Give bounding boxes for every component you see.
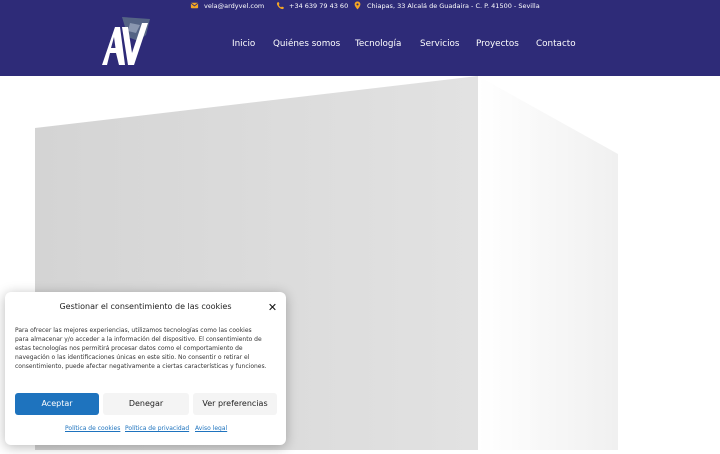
- nav-contacto[interactable]: Contacto: [536, 37, 576, 51]
- topbar-email[interactable]: vela@ardyvel.com: [204, 1, 264, 11]
- topbar-address: Chiapas, 33 Alcalá de Guadaira - C. P. 4…: [367, 2, 540, 10]
- nav-inicio[interactable]: Inicio: [232, 37, 255, 51]
- cookie-policy-link[interactable]: Política de cookies: [65, 424, 120, 433]
- accept-button[interactable]: Aceptar: [15, 393, 99, 415]
- nav-proyectos[interactable]: Proyectos: [476, 37, 519, 51]
- envelope-icon: [190, 2, 199, 9]
- top-contact-bar: vela@ardyvel.com +34 639 79 43 60 Chiapa…: [0, 0, 720, 11]
- cookie-description: Para ofrecer las mejores experiencias, u…: [15, 327, 267, 370]
- phone-icon: [276, 2, 284, 10]
- site-logo[interactable]: [92, 15, 154, 67]
- site-header: Inicio Quiénes somos Tecnología Servicio…: [0, 11, 720, 76]
- preferences-button[interactable]: Ver preferencias: [193, 393, 277, 415]
- legal-notice-link[interactable]: Aviso legal: [195, 424, 227, 433]
- map-pin-icon: [354, 1, 361, 10]
- cookie-consent-dialog: Gestionar el consentimiento de las cooki…: [5, 292, 286, 445]
- privacy-policy-link[interactable]: Política de privacidad: [125, 424, 189, 433]
- deny-button[interactable]: Denegar: [103, 393, 189, 415]
- close-icon[interactable]: ✕: [267, 302, 278, 313]
- nav-tecnologia[interactable]: Tecnología: [355, 37, 401, 51]
- cookie-title: Gestionar el consentimiento de las cooki…: [59, 302, 232, 311]
- nav-quienes-somos[interactable]: Quiénes somos: [273, 37, 340, 51]
- topbar-phone[interactable]: +34 639 79 43 60: [289, 1, 348, 11]
- nav-servicios[interactable]: Servicios: [420, 37, 460, 51]
